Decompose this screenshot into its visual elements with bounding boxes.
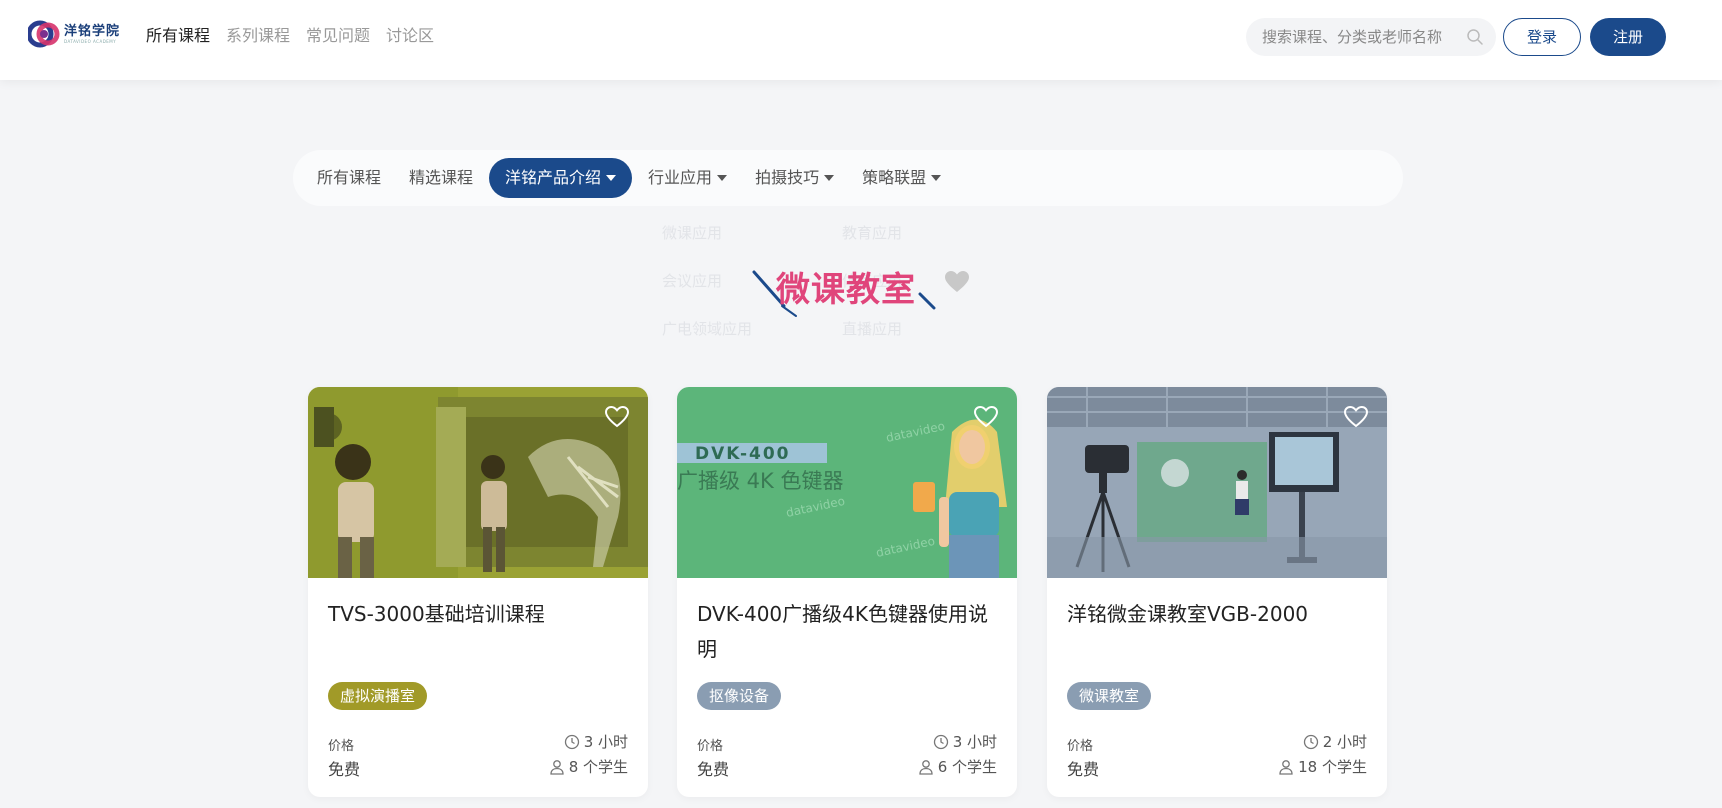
course-students: 8 个学生 <box>549 756 628 777</box>
course-students: 18 个学生 <box>1278 756 1367 777</box>
search-input[interactable] <box>1262 18 1462 56</box>
nav-forum[interactable]: 讨论区 <box>386 24 434 48</box>
students-text: 8 个学生 <box>568 758 628 776</box>
duration-text: 2 小时 <box>1322 733 1367 751</box>
dropdown-item-ghost[interactable]: 微课应用 <box>662 222 722 243</box>
dropdown-item-ghost[interactable]: 教育应用 <box>842 222 902 243</box>
price-label: 价格 <box>328 739 355 754</box>
course-card[interactable]: 洋铭微金课教室VGB-2000 微课教室 价格 免费 2 小时 18 个学生 <box>1047 387 1387 797</box>
logo[interactable]: 洋铭学院 DATAVIDEO ACADEMY <box>28 16 124 52</box>
heart-outline-icon[interactable] <box>1343 405 1369 429</box>
duration-text: 3 小时 <box>952 733 997 751</box>
nav-all-courses[interactable]: 所有课程 <box>146 24 210 48</box>
caret-down-icon <box>824 175 835 181</box>
price-label: 价格 <box>1067 739 1094 754</box>
clock-icon <box>933 734 948 749</box>
decorative-slash-icon <box>918 292 936 310</box>
user-icon <box>550 759 564 775</box>
caret-down-icon <box>606 175 617 181</box>
category-label: 拍摄技巧 <box>755 168 820 187</box>
course-title[interactable]: 洋铭微金课教室VGB-2000 <box>1067 597 1367 632</box>
category-featured[interactable]: 精选课程 <box>397 158 485 198</box>
course-title[interactable]: TVS-3000基础培训课程 <box>328 597 628 632</box>
search-box <box>1246 18 1496 56</box>
course-category-tag[interactable]: 抠像设备 <box>697 682 782 710</box>
category-industry[interactable]: 行业应用 <box>636 158 739 198</box>
logo-subtext: DATAVIDEO ACADEMY <box>64 38 117 44</box>
nav-series-courses[interactable]: 系列课程 <box>226 24 290 48</box>
course-duration: 3 小时 <box>933 731 997 752</box>
top-header: 洋铭学院 DATAVIDEO ACADEMY 所有课程 系列课程 常见问题 讨论… <box>0 0 1722 80</box>
duration-text: 3 小时 <box>583 733 628 751</box>
course-card[interactable]: TVS-3000基础培训课程 虚拟演播室 价格 免费 3 小时 8 个学生 <box>308 387 648 797</box>
course-students: 6 个学生 <box>918 756 997 777</box>
category-label: 所有课程 <box>317 168 382 187</box>
heart-outline-icon[interactable] <box>973 405 999 429</box>
image-caption: DVK-400 <box>695 444 791 464</box>
heart-outline-icon[interactable] <box>604 405 630 429</box>
main-nav: 所有课程 系列课程 常见问题 讨论区 <box>146 24 450 48</box>
clock-icon <box>564 734 579 749</box>
category-label: 行业应用 <box>648 168 713 187</box>
course-thumbnail[interactable] <box>1047 387 1387 578</box>
category-shooting-tips[interactable]: 拍摄技巧 <box>743 158 846 198</box>
logo-mark-icon <box>28 20 60 48</box>
students-text: 18 个学生 <box>1298 758 1367 776</box>
price-value: 免费 <box>1067 760 1100 779</box>
course-card[interactable]: DVK-400 广播级 4K 色键器 datavideo datavideo d… <box>677 387 1017 797</box>
logo-text: 洋铭学院 <box>64 23 121 39</box>
course-title[interactable]: DVK-400广播级4K色键器使用说明 <box>697 597 997 667</box>
category-alliance[interactable]: 策略联盟 <box>850 158 953 198</box>
caret-down-icon <box>717 175 728 181</box>
favorite-heart-icon[interactable] <box>944 270 970 294</box>
image-caption: 广播级 4K 色键器 <box>677 469 843 493</box>
course-category-tag[interactable]: 微课教室 <box>1067 682 1152 710</box>
search-icon[interactable] <box>1466 28 1484 46</box>
login-button[interactable]: 登录 <box>1503 18 1581 56</box>
caret-down-icon <box>931 175 942 181</box>
category-label: 策略联盟 <box>862 168 927 187</box>
course-thumbnail[interactable]: DVK-400 广播级 4K 色键器 datavideo datavideo d… <box>677 387 1017 578</box>
dropdown-item-ghost[interactable]: 直播应用 <box>842 318 902 339</box>
section-title: 微课教室 <box>776 270 916 310</box>
students-text: 6 个学生 <box>937 758 997 776</box>
course-category-tag[interactable]: 虚拟演播室 <box>328 682 428 710</box>
course-duration: 3 小时 <box>564 731 628 752</box>
course-duration: 2 小时 <box>1303 731 1367 752</box>
category-label: 洋铭产品介绍 <box>505 168 602 187</box>
user-icon <box>919 759 933 775</box>
user-icon <box>1279 759 1293 775</box>
course-thumbnail[interactable] <box>308 387 648 578</box>
register-button[interactable]: 注册 <box>1590 18 1666 56</box>
category-all-courses[interactable]: 所有课程 <box>305 158 393 198</box>
dropdown-item-ghost[interactable]: 会议应用 <box>662 270 722 291</box>
price-value: 免费 <box>697 760 730 779</box>
price-label: 价格 <box>697 739 724 754</box>
category-label: 精选课程 <box>409 168 474 187</box>
nav-faq[interactable]: 常见问题 <box>306 24 370 48</box>
category-product-intro[interactable]: 洋铭产品介绍 <box>489 158 633 198</box>
clock-icon <box>1303 734 1318 749</box>
category-bar: 所有课程 精选课程 洋铭产品介绍 行业应用 拍摄技巧 策略联盟 <box>293 150 1403 206</box>
dropdown-item-ghost[interactable]: 广电领域应用 <box>662 318 752 339</box>
price-value: 免费 <box>328 760 361 779</box>
